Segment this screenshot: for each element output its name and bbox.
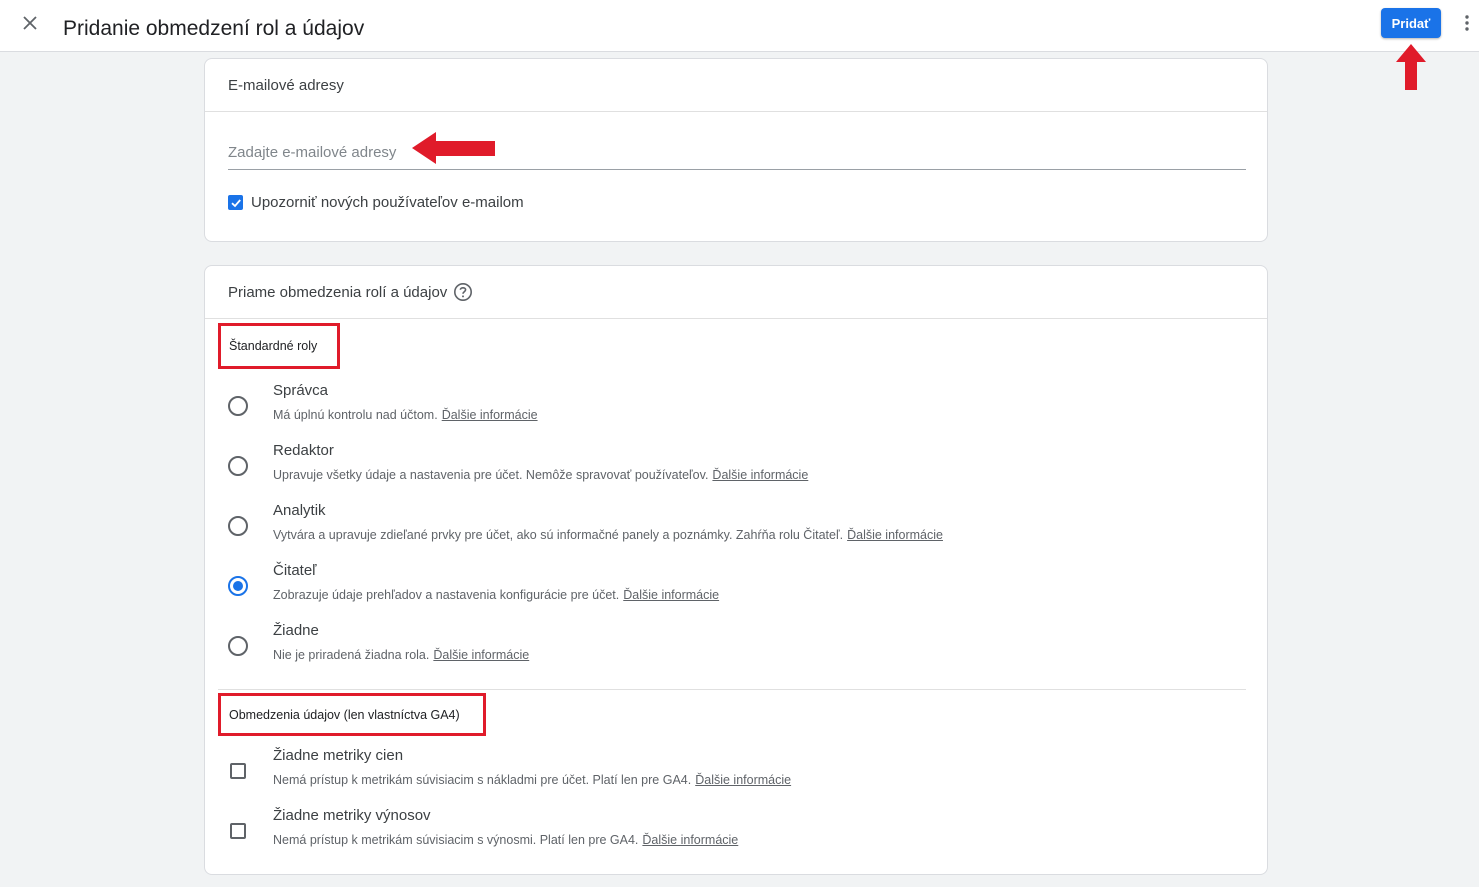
role-title: Analytik (273, 502, 326, 519)
notify-checkbox-row[interactable]: Upozorniť nových používateľov e-mailom (228, 194, 524, 211)
role-option-citatel[interactable]: Čitateľ Zobrazuje údaje prehľadov a nast… (205, 562, 1245, 618)
restriction-checkbox-cost[interactable] (230, 763, 246, 779)
role-description: Má úplnú kontrolu nad účtom. Ďalšie infor… (273, 408, 538, 422)
role-title: Redaktor (273, 442, 334, 459)
notify-checkbox[interactable] (228, 195, 243, 210)
role-radio-citatel[interactable] (228, 576, 248, 596)
role-title: Žiadne (273, 622, 319, 639)
close-icon (23, 16, 37, 30)
learn-more-link[interactable]: Ďalšie informácie (623, 588, 719, 602)
learn-more-link[interactable]: Ďalšie informácie (712, 468, 808, 482)
roles-card-header: Priame obmedzenia rolí a údajov (205, 266, 1267, 319)
role-radio-analytik[interactable] (228, 516, 248, 536)
more-options-button[interactable] (1458, 11, 1476, 35)
email-card: E-mailové adresy Upozorniť nových použív… (204, 58, 1268, 242)
role-option-ziadne[interactable]: Žiadne Nie je priradená žiadna rola. Ďalš… (205, 622, 1245, 678)
check-icon (230, 198, 241, 207)
restriction-title: Žiadne metriky cien (273, 747, 404, 764)
help-icon[interactable] (453, 282, 473, 302)
restriction-checkbox-revenue[interactable] (230, 823, 246, 839)
role-option-redaktor[interactable]: Redaktor Upravuje všetky údaje a nastave… (205, 442, 1245, 498)
section-divider (218, 689, 1246, 690)
role-radio-ziadne[interactable] (228, 636, 248, 656)
top-bar: Pridanie obmedzení rol a údajov Pridať (0, 0, 1479, 52)
role-description: Zobrazuje údaje prehľadov a nastavenia k… (273, 588, 720, 602)
restriction-title: Žiadne metriky výnosov (273, 807, 431, 824)
data-restrictions-label: Obmedzenia údajov (len vlastníctva GA4) (218, 693, 486, 736)
learn-more-link[interactable]: Ďalšie informácie (442, 408, 538, 422)
role-radio-redaktor[interactable] (228, 456, 248, 476)
role-radio-spravca[interactable] (228, 396, 248, 416)
learn-more-link[interactable]: Ďalšie informácie (433, 648, 529, 662)
restriction-description: Nemá prístup k metrikám súvisiacim s výn… (273, 833, 739, 847)
role-option-spravca[interactable]: Správca Má úplnú kontrolu nad účtom. Ďalš… (205, 382, 1245, 438)
notify-label: Upozorniť nových používateľov e-mailom (251, 194, 524, 211)
roles-card-title: Priame obmedzenia rolí a údajov (228, 283, 448, 301)
email-input[interactable] (228, 139, 1246, 170)
role-description: Upravuje všetky údaje a nastavenia pre ú… (273, 468, 809, 482)
restriction-option-cost[interactable]: Žiadne metriky cien Nemá prístup k metri… (205, 747, 1245, 803)
role-description: Vytvára a upravuje zdieľané prvky pre úč… (273, 528, 943, 542)
role-title: Správca (273, 382, 329, 399)
standard-roles-label: Štandardné roly (218, 323, 340, 369)
restriction-option-revenue[interactable]: Žiadne metriky výnosov Nemá prístup k me… (205, 807, 1245, 863)
close-button[interactable] (18, 11, 42, 35)
roles-card: Priame obmedzenia rolí a údajov Štandard… (204, 265, 1268, 875)
email-card-title: E-mailové adresy (205, 59, 1267, 112)
learn-more-link[interactable]: Ďalšie informácie (695, 773, 791, 787)
role-option-analytik[interactable]: Analytik Vytvára a upravuje zdieľané prv… (205, 502, 1245, 558)
annotation-arrow-up (1396, 44, 1426, 90)
role-description: Nie je priradená žiadna rola. Ďalšie info… (273, 648, 530, 662)
restriction-description: Nemá prístup k metrikám súvisiacim s nák… (273, 773, 792, 787)
role-title: Čitateľ (273, 562, 317, 579)
more-vert-icon (1465, 15, 1469, 31)
add-button[interactable]: Pridať (1381, 8, 1441, 38)
learn-more-link[interactable]: Ďalšie informácie (642, 833, 738, 847)
annotation-arrow-left (412, 132, 495, 164)
learn-more-link[interactable]: Ďalšie informácie (847, 528, 943, 542)
page-title: Pridanie obmedzení rol a údajov (63, 17, 365, 40)
